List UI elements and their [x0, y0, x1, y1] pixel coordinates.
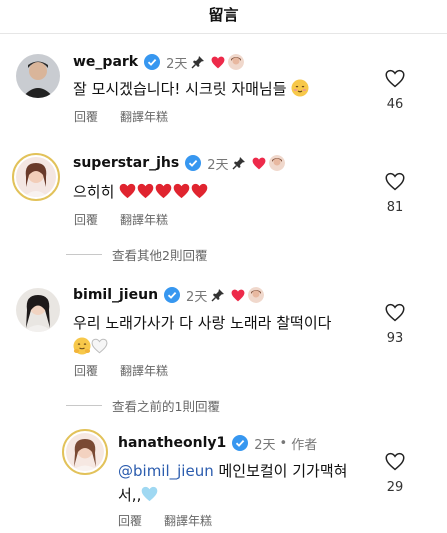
avatar-bimil-jieun[interactable]	[16, 288, 60, 332]
avatar-hanatheonly1[interactable]	[62, 429, 108, 475]
red-heart-icon	[155, 183, 172, 199]
like-button[interactable]: 93	[377, 303, 413, 346]
reply-button[interactable]: 回覆	[74, 362, 98, 379]
heart-outline-icon	[385, 303, 405, 322]
divider-line	[66, 405, 102, 406]
view-more-replies-button[interactable]: 查看其他2則回覆	[66, 245, 207, 264]
author-badge: 作者	[291, 437, 318, 453]
view-replies-label: 查看之前的1則回覆	[112, 399, 220, 414]
translate-button[interactable]: 翻譯年糕	[120, 362, 168, 379]
red-heart-icon	[173, 183, 190, 199]
comment-text: 으히히	[73, 180, 209, 204]
username[interactable]: bimil_jieun	[73, 287, 158, 303]
timestamp: 2天	[207, 157, 229, 173]
page-title: 留言	[208, 6, 239, 24]
like-count: 29	[386, 480, 404, 495]
comment-text: @bimil_jieun 메인보컬이 기가맥혀 서,,	[118, 459, 368, 507]
pin-icon	[191, 56, 205, 69]
verified-badge-icon	[144, 54, 161, 70]
comments-header: 留言	[0, 0, 447, 34]
translate-button[interactable]: 翻譯年糕	[120, 108, 168, 125]
like-count: 93	[386, 331, 404, 346]
reply-button[interactable]: 回覆	[74, 211, 98, 228]
pin-icon	[211, 289, 225, 302]
username[interactable]: hanatheonly1	[118, 435, 226, 451]
reply-text-line2: 서,,	[118, 486, 142, 504]
red-heart-icon	[119, 183, 136, 199]
verified-badge-icon	[185, 155, 202, 171]
pin-icon	[232, 157, 246, 170]
verified-badge-icon	[232, 435, 249, 451]
comment-text: 우리 노래가사가 다 사랑 노래라 찰떡이다	[73, 311, 373, 359]
avatar-we-park[interactable]	[16, 54, 60, 98]
username[interactable]: superstar_jhs	[73, 155, 179, 171]
heart-icon	[253, 157, 266, 169]
blue-heart-icon	[142, 486, 158, 502]
username[interactable]: we_park	[73, 54, 138, 70]
like-button[interactable]: 46	[377, 69, 413, 112]
reply-button[interactable]: 回覆	[118, 512, 142, 529]
like-button[interactable]: 29	[377, 452, 413, 495]
heart-outline-icon	[385, 172, 405, 191]
translate-button[interactable]: 翻譯年糕	[120, 211, 168, 228]
verified-badge-icon	[164, 287, 181, 303]
heart-icon	[231, 289, 245, 301]
creator-avatar-mini	[248, 287, 265, 303]
like-count: 46	[386, 97, 404, 112]
heart-outline-icon	[385, 69, 405, 88]
red-hearts-emoji	[119, 183, 209, 201]
avatar-superstar-jhs[interactable]	[12, 153, 60, 201]
timestamp: 2天	[254, 437, 276, 453]
heart-icon	[211, 56, 225, 68]
reply-button[interactable]: 回覆	[74, 108, 98, 125]
timestamp: 2天	[166, 56, 188, 72]
comment-text: 잘 모시겠습니다! 시크릿 자매님들	[73, 77, 309, 101]
blush-emoji-icon	[291, 79, 309, 97]
reply-text-line1: 메인보컬이 기가맥혀	[213, 462, 348, 480]
divider-line	[66, 254, 102, 255]
red-heart-icon	[137, 183, 154, 199]
timestamp: 2天	[186, 289, 208, 305]
creator-avatar-mini	[228, 54, 245, 70]
view-previous-replies-button[interactable]: 查看之前的1則回覆	[66, 396, 220, 415]
view-replies-label: 查看其他2則回覆	[112, 248, 208, 263]
like-button[interactable]: 81	[377, 172, 413, 215]
mention-link[interactable]: @bimil_jieun	[118, 462, 214, 480]
heart-outline-icon	[385, 452, 405, 471]
red-heart-icon	[191, 183, 208, 199]
white-heart-icon	[91, 338, 108, 354]
like-count: 81	[386, 200, 404, 215]
translate-button[interactable]: 翻譯年糕	[164, 512, 212, 529]
hug-emoji-icon	[73, 337, 91, 355]
separator-dot: •	[279, 435, 288, 451]
creator-avatar-mini	[269, 155, 286, 171]
